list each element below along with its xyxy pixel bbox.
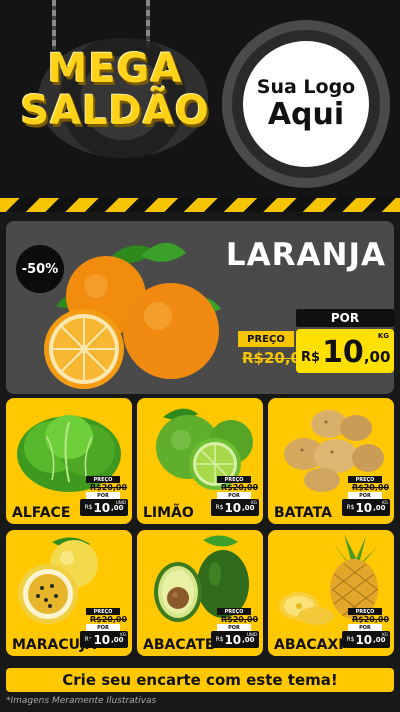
price-unit: KG	[120, 632, 126, 637]
preco-label: PREÇO	[86, 608, 120, 615]
price-currency: R$	[346, 636, 355, 643]
preco-label: PREÇO	[348, 476, 382, 483]
logo-placeholder[interactable]: Sua Logo Aqui	[222, 20, 390, 188]
product-card-batata[interactable]: PREÇO R$20,00 POR R$ 10 ,00 KG BATATA	[268, 398, 394, 524]
product-name: ABACATE	[143, 637, 215, 653]
price-currency: R$	[301, 350, 321, 365]
new-price: R$ 10 ,00 KG	[296, 329, 394, 373]
price-unit: UNID	[115, 500, 126, 505]
product-card-abacaxi[interactable]: PREÇO R$20,00 POR R$ 10 ,00 KG ABACAXI	[268, 530, 394, 656]
product-card-maracuja[interactable]: PREÇO R$20,00 POR R$ 10 ,00 KG MARACUJÁ	[6, 530, 132, 656]
old-price: R$20,00	[352, 615, 390, 624]
mini-price-tag: PREÇO R$20,00 POR R$ 10 ,00 KG	[342, 476, 390, 516]
price-integer: 10	[224, 632, 242, 647]
por-label: POR	[348, 492, 382, 499]
price-integer: 10	[355, 632, 373, 647]
preco-label: PREÇO	[217, 476, 251, 483]
header-banner: MEGA SALDÃO Sua Logo Aqui	[0, 0, 400, 198]
featured-price-block: POR PREÇO R$20,00 R$ 10 ,00 KG	[238, 309, 394, 377]
product-name: MARACUJÁ	[12, 637, 97, 653]
hazard-stripe-divider	[0, 198, 400, 212]
new-price: R$ 10 ,00 KG	[342, 499, 390, 516]
price-integer: 10	[355, 500, 373, 515]
promo-title-line1: MEGA	[47, 46, 183, 92]
mini-price-tag: PREÇO R$20,00 POR R$ 10 ,00 UNID	[211, 608, 259, 648]
price-currency: R$	[84, 504, 93, 511]
price-decimal: ,00	[363, 348, 391, 366]
por-label: POR	[348, 624, 382, 631]
new-price: R$ 10 ,00 UNID	[211, 631, 259, 648]
preco-label: PREÇO	[238, 331, 294, 347]
price-currency: R$	[215, 504, 224, 511]
new-price: R$ 10 ,00 KG	[342, 631, 390, 648]
mini-price-tag: PREÇO R$20,00 POR R$ 10 ,00 KG	[342, 608, 390, 648]
price-integer: 10	[93, 500, 111, 515]
preco-label: PREÇO	[348, 608, 382, 615]
product-name: BATATA	[274, 505, 332, 521]
old-price: R$20,00	[221, 483, 259, 492]
preco-label: PREÇO	[217, 608, 251, 615]
old-price: R$20,00	[90, 483, 128, 492]
por-label: POR	[217, 624, 251, 631]
por-label: POR	[296, 309, 394, 327]
product-name: ALFACE	[12, 505, 71, 521]
product-card-abacate[interactable]: PREÇO R$20,00 POR R$ 10 ,00 UNID ABACATE	[137, 530, 263, 656]
new-price: R$ 10 ,00 UNID	[80, 499, 128, 516]
mini-price-tag: PREÇO R$20,00 POR R$ 10 ,00 KG	[211, 476, 259, 516]
old-price: R$20,00	[90, 615, 128, 624]
logo-text-line2: Aqui	[267, 97, 345, 132]
flyer-main: -50% LARANJA POR PREÇO R$20,00 R$ 10 ,00…	[0, 212, 400, 712]
price-unit: KG	[382, 632, 388, 637]
chain-decoration	[52, 0, 56, 50]
price-integer: 10	[224, 500, 242, 515]
promo-title-line2: SALDÃO	[20, 88, 210, 134]
price-unit: KG	[382, 500, 388, 505]
price-currency: R$	[346, 504, 355, 511]
por-label: POR	[217, 492, 251, 499]
preco-label: PREÇO	[86, 476, 120, 483]
product-card-limao[interactable]: PREÇO R$20,00 POR R$ 10 ,00 KG LIMÃO	[137, 398, 263, 524]
logo-text-line1: Sua Logo	[256, 76, 356, 98]
old-price: R$20,00	[352, 483, 390, 492]
product-name: LIMÃO	[143, 505, 194, 521]
featured-product-card[interactable]: -50% LARANJA POR PREÇO R$20,00 R$ 10 ,00…	[6, 221, 394, 394]
price-integer: 10	[322, 335, 364, 370]
old-price: R$20,00	[221, 615, 259, 624]
cta-banner[interactable]: Crie seu encarte com este tema!	[6, 668, 394, 692]
promo-title: MEGA SALDÃO	[0, 48, 230, 132]
product-card-alface[interactable]: PREÇO R$20,00 POR R$ 10 ,00 UNID ALFACE	[6, 398, 132, 524]
discount-badge: -50%	[16, 245, 64, 293]
por-label: POR	[86, 624, 120, 631]
featured-product-name: LARANJA	[225, 237, 386, 273]
price-currency: R$	[215, 636, 224, 643]
por-label: POR	[86, 492, 120, 499]
price-unit: KG	[251, 500, 257, 505]
price-unit: UNID	[246, 632, 257, 637]
price-unit: KG	[377, 332, 389, 340]
logo-inner: Sua Logo Aqui	[243, 41, 369, 167]
product-name: ABACAXI	[274, 637, 344, 653]
disclaimer-text: *Imagens Meramente Ilustrativas	[6, 696, 157, 706]
orange-image	[44, 242, 221, 389]
new-price: R$ 10 ,00 KG	[211, 499, 259, 516]
mini-price-tag: PREÇO R$20,00 POR R$ 10 ,00 UNID	[80, 476, 128, 516]
